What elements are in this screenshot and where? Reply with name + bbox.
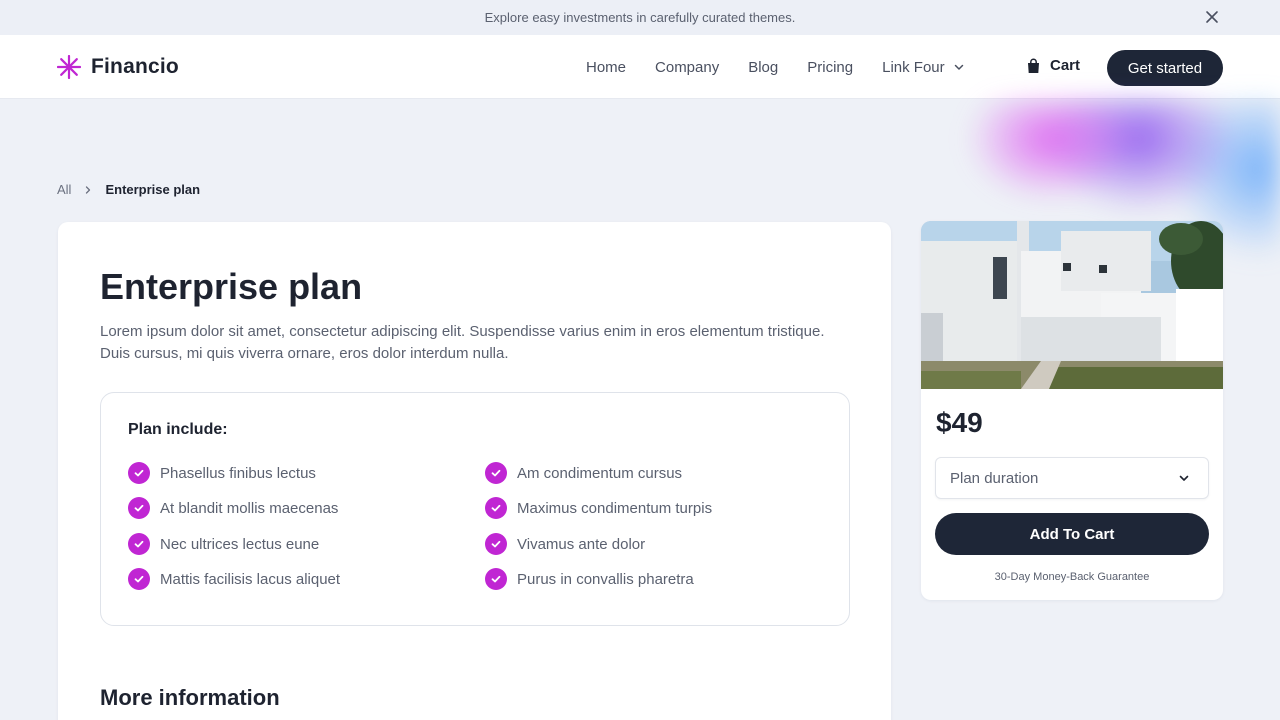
list-item: Nec ultrices lectus eune: [128, 533, 319, 555]
plan-includes-heading: Plan include:: [128, 421, 228, 438]
plan-duration-placeholder: Plan duration: [950, 469, 1039, 487]
announcement-text: Explore easy investments in carefully cu…: [484, 10, 796, 25]
breadcrumb-current: Enterprise plan: [105, 182, 201, 197]
chevron-down-icon: [1179, 475, 1189, 481]
feature-label: Phasellus finibus lectus: [160, 464, 316, 482]
page-title: Enterprise plan: [100, 266, 363, 307]
list-item: Maximus condimentum turpis: [485, 497, 712, 519]
shopping-bag-icon: [1028, 58, 1039, 73]
feature-label: Nec ultrices lectus eune: [160, 535, 320, 553]
plan-description: Lorem ipsum dolor sit amet, consectetur …: [100, 323, 825, 362]
guarantee-text: 30-Day Money-Back Guarantee: [994, 571, 1150, 583]
list-item: Mattis facilisis lacus aliquet: [128, 568, 340, 590]
nav-blog[interactable]: Blog: [748, 59, 778, 76]
nav-link-four-label: Link Four: [882, 58, 945, 76]
chevron-down-icon: [954, 64, 963, 70]
list-item: Purus in convallis pharetra: [485, 568, 694, 590]
check-circle-icon: [128, 568, 150, 590]
feature-label: Vivamus ante dolor: [517, 535, 646, 553]
site-header: Financio Home Company Blog Pricing Link …: [0, 35, 1280, 99]
feature-label: At blandit mollis maecenas: [160, 499, 339, 517]
plan-includes-box: Plan include: Phasellus finibus lectus A…: [100, 392, 850, 626]
feature-label: Am condimentum cursus: [517, 464, 683, 482]
close-icon[interactable]: [1204, 9, 1220, 25]
cart-label: Cart: [1050, 57, 1081, 74]
add-to-cart-button[interactable]: Add To Cart: [935, 513, 1209, 555]
check-circle-icon: [128, 497, 150, 519]
check-circle-icon: [128, 462, 150, 484]
star-logo-icon: [57, 55, 81, 79]
check-circle-icon: [485, 497, 507, 519]
logo[interactable]: Financio: [57, 55, 179, 79]
list-item: Phasellus finibus lectus: [128, 462, 316, 484]
purchase-card: $49 Plan duration Add To Cart 30-Day Mon…: [921, 221, 1223, 600]
check-circle-icon: [128, 533, 150, 555]
get-started-button[interactable]: Get started: [1107, 50, 1223, 86]
chevron-right-icon: [86, 185, 91, 194]
list-item: Am condimentum cursus: [485, 462, 682, 484]
cart-link[interactable]: Cart: [1026, 57, 1080, 74]
plan-duration-select[interactable]: Plan duration: [935, 457, 1209, 499]
check-circle-icon: [485, 462, 507, 484]
check-circle-icon: [485, 533, 507, 555]
main-nav: Home Company Blog Pricing Link Four: [586, 35, 994, 99]
logo-text: Financio: [91, 55, 179, 78]
check-circle-icon: [485, 568, 507, 590]
feature-label: Purus in convallis pharetra: [517, 570, 694, 588]
feature-label: Maximus condimentum turpis: [517, 499, 713, 517]
list-item: At blandit mollis maecenas: [128, 497, 338, 519]
feature-label: Mattis facilisis lacus aliquet: [160, 570, 341, 588]
breadcrumb: All Enterprise plan: [57, 182, 200, 197]
breadcrumb-all[interactable]: All: [57, 182, 71, 197]
plan-details-card: Enterprise plan Lorem ipsum dolor sit am…: [58, 222, 891, 720]
product-image: [921, 221, 1223, 389]
nav-home[interactable]: Home: [586, 59, 626, 76]
announcement-bar: Explore easy investments in carefully cu…: [0, 0, 1280, 35]
list-item: Vivamus ante dolor: [485, 533, 645, 555]
plan-price: $49: [936, 407, 983, 438]
nav-link-four-dropdown[interactable]: Link Four: [882, 59, 965, 76]
nav-company[interactable]: Company: [655, 59, 719, 76]
nav-pricing[interactable]: Pricing: [807, 59, 853, 76]
more-information-heading: More information: [100, 685, 280, 710]
